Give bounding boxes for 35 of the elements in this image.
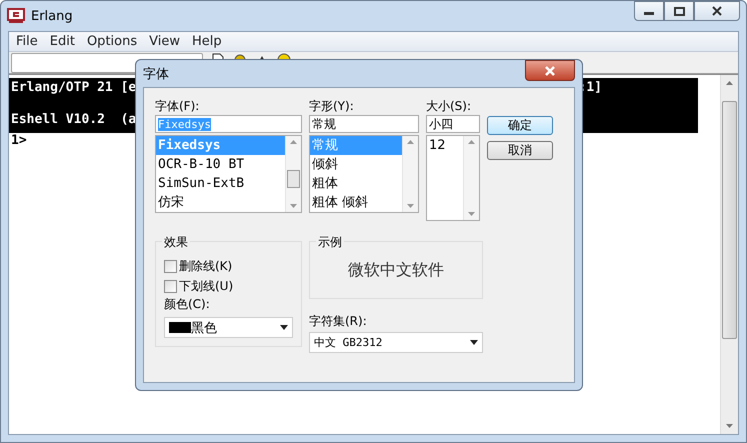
list-item[interactable]: OCR-B-10 BT	[156, 155, 285, 174]
list-box[interactable]: 12	[426, 135, 480, 221]
list-box[interactable]: Fixedsys OCR-B-10 BT SimSun-ExtB 仿宋	[155, 135, 302, 213]
menu-item[interactable]: Help	[186, 34, 227, 49]
menu-item[interactable]: File	[11, 34, 43, 49]
field-label: 字形(Y):	[309, 98, 355, 115]
list-item[interactable]: 12	[427, 136, 463, 155]
console-line: Erlang/OTP 21 [e	[11, 80, 136, 97]
color-dropdown[interactable]: 黑色	[164, 317, 293, 338]
list-item[interactable]: 倾斜	[310, 155, 402, 174]
list-item[interactable]: SimSun-ExtB	[156, 174, 285, 193]
list-item[interactable]: 仿宋	[156, 193, 285, 212]
dialog-button[interactable]: 确定	[487, 116, 553, 135]
list-item[interactable]: 粗体 倾斜	[310, 193, 402, 212]
field-label: 字符集(R):	[309, 313, 368, 330]
dialog-button[interactable]: 取消	[487, 141, 553, 160]
charset-dropdown[interactable]: 中文 GB2312	[309, 332, 483, 353]
field-label: 颜色(C):	[164, 296, 211, 313]
group-title: 示例	[316, 234, 344, 251]
checkbox-label: 下划线(U)	[179, 278, 234, 294]
window-title: Erlang	[31, 8, 73, 24]
list-box[interactable]: 常规 倾斜 粗体 粗体 倾斜	[309, 135, 419, 213]
menu-item[interactable]: Edit	[44, 34, 80, 49]
dialog-title: 字体	[143, 66, 169, 82]
group-title: 效果	[162, 234, 190, 251]
input-field[interactable]: 小四	[426, 115, 480, 133]
checkbox-label: 删除线(K)	[179, 258, 232, 274]
console-prompt: 1>	[11, 133, 27, 148]
field-label: 字体(F):	[155, 98, 200, 115]
sample-text: 微软中文软件	[348, 260, 444, 280]
menu-item[interactable]: View	[144, 34, 185, 49]
menu-item[interactable]: Options	[82, 34, 142, 49]
list-item[interactable]: 粗体	[310, 174, 402, 193]
input-field[interactable]: 常规	[309, 115, 419, 133]
field-label: 大小(S):	[426, 98, 472, 115]
